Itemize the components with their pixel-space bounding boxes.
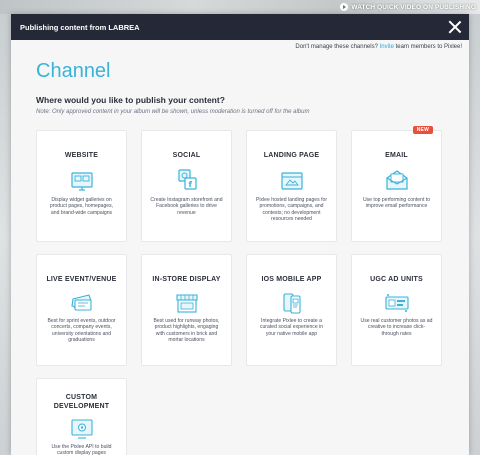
moderation-note: Note: Only approved content in your albu… [36, 109, 310, 115]
card-description: Pixlee hosted landing pages for promotio… [255, 197, 328, 223]
card-title: SOCIAL [172, 152, 201, 159]
manage-channels-note: Don't manage these channels? Invite team… [295, 44, 462, 50]
card-title: UGC AD UNITS [370, 276, 423, 283]
card-title: IN-STORE DISPLAY [152, 276, 221, 283]
card-title: EMAIL [385, 152, 408, 159]
landing-page-icon [279, 170, 305, 194]
watch-video-label: WATCH QUICK VIDEO ON PUBLISHING [351, 3, 476, 11]
ticket-icon [69, 291, 95, 315]
mobile-app-icon [279, 291, 305, 315]
publish-question: Where would you like to publish your con… [36, 95, 225, 105]
card-description: Best for sprint events, outdoor concerts… [47, 318, 116, 344]
invite-link[interactable]: Invite [380, 44, 394, 50]
close-icon[interactable] [448, 20, 462, 34]
channel-card-social[interactable]: SOCIAL f Create Instagram storefront and… [141, 130, 232, 242]
manage-prefix: Don't manage these channels? [295, 44, 378, 50]
manage-suffix: team members to Pixlee! [395, 44, 462, 50]
card-title: IOS MOBILE APP [261, 276, 322, 283]
background-left [0, 14, 11, 455]
play-icon [340, 3, 349, 11]
card-description: Use the Pixlee API to build custom displ… [51, 444, 112, 455]
card-title: LANDING PAGE [263, 152, 320, 159]
page-title: Channel [36, 60, 111, 82]
email-icon [384, 168, 410, 192]
svg-text:f: f [188, 180, 192, 189]
card-title: WEBSITE [64, 152, 99, 159]
custom-development-icon [69, 417, 95, 441]
social-icon: f [174, 168, 200, 192]
channel-card-in-store-display[interactable]: IN-STORE DISPLAY Best used for runway ph… [141, 254, 232, 366]
card-description: Best used for runway photos, product hig… [153, 318, 220, 344]
card-title-line: CUSTOM [65, 394, 98, 401]
card-title-line: DEVELOPMENT [53, 402, 110, 410]
card-title: LIVE EVENT/VENUE [46, 276, 117, 283]
channel-card-custom-development[interactable]: CUSTOM DEVELOPMENT Use the Pixlee API to… [36, 378, 127, 455]
card-description: Integrate Pixlee to create a curated soc… [259, 318, 324, 337]
background-right [469, 14, 480, 455]
storefront-icon [174, 291, 200, 315]
modal-header: Publishing content from LABREA [11, 14, 469, 40]
modal-title: Publishing content from LABREA [20, 22, 140, 32]
publish-modal: Publishing content from LABREA Don't man… [11, 14, 469, 455]
new-badge: NEW [412, 126, 433, 134]
card-description: Display widget galleries on product page… [49, 197, 114, 216]
watch-video-link[interactable]: WATCH QUICK VIDEO ON PUBLISHING [340, 1, 476, 13]
card-description: Use real customer photos as ad creative … [360, 318, 433, 337]
card-title: CUSTOM DEVELOPMENT [37, 394, 126, 411]
website-icon [69, 170, 95, 194]
card-description: Use top performing content to improve em… [362, 197, 431, 210]
card-description: Create Instagram storefront and Facebook… [150, 197, 223, 216]
channel-card-ios-mobile-app[interactable]: IOS MOBILE APP Integrate Pixlee to creat… [246, 254, 337, 366]
channel-card-live-event[interactable]: LIVE EVENT/VENUE Best for sprint events,… [36, 254, 127, 366]
channel-card-ugc-ad-units[interactable]: UGC AD UNITS Use real customer photos as… [351, 254, 442, 366]
channel-card-email[interactable]: NEW EMAIL Use top performing content to … [351, 126, 442, 242]
channel-card-website[interactable]: WEBSITE Display widget galleries on prod… [36, 130, 127, 242]
ad-units-icon [384, 291, 410, 315]
channel-card-landing-page[interactable]: LANDING PAGE Pixlee hosted landing pages… [246, 130, 337, 242]
